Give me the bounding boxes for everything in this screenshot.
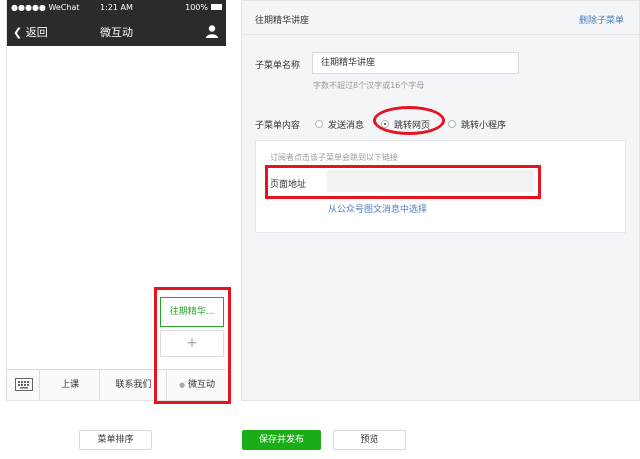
radio-send-message[interactable] bbox=[315, 120, 323, 128]
radio-mini-program[interactable] bbox=[448, 120, 456, 128]
nav-bar: ❮ 返回 微互动 bbox=[7, 16, 226, 46]
delete-submenu-link[interactable]: 删除子菜单 bbox=[579, 13, 624, 26]
status-bar: ●●●●● WeChat 1:21 AM 100% bbox=[7, 0, 226, 16]
divider bbox=[242, 34, 639, 35]
nav-title: 微互动 bbox=[100, 26, 133, 39]
highlight-ellipse-webpage bbox=[373, 106, 445, 135]
highlight-box-url bbox=[265, 165, 541, 199]
name-label: 子菜单名称 bbox=[255, 61, 301, 71]
menu-sort-button[interactable]: 菜单排序 bbox=[79, 430, 152, 450]
editor-title: 往期精华讲座 bbox=[255, 16, 310, 26]
content-label: 子菜单内容 bbox=[255, 121, 301, 131]
menu-item-class[interactable]: 上课 bbox=[39, 370, 100, 400]
name-field[interactable]: 往期精华讲座 bbox=[312, 52, 519, 74]
preview-button[interactable]: 预览 bbox=[333, 430, 406, 450]
battery-icon bbox=[211, 4, 222, 10]
option-mini-program[interactable]: 跳转小程序 bbox=[461, 118, 506, 131]
option-send-message[interactable]: 发送消息 bbox=[328, 118, 364, 131]
url-hint: 订阅者点击该子菜单会跳到以下链接 bbox=[270, 153, 398, 162]
user-icon[interactable] bbox=[205, 24, 219, 38]
keyboard-icon[interactable] bbox=[15, 378, 33, 391]
name-hint: 字数不超过8个汉字或16个字母 bbox=[313, 81, 425, 90]
highlight-box-menu bbox=[154, 287, 231, 404]
battery-label: 100% bbox=[185, 3, 208, 12]
select-article-link[interactable]: 从公众号图文消息中选择 bbox=[328, 202, 427, 215]
save-publish-button[interactable]: 保存并发布 bbox=[242, 430, 321, 450]
